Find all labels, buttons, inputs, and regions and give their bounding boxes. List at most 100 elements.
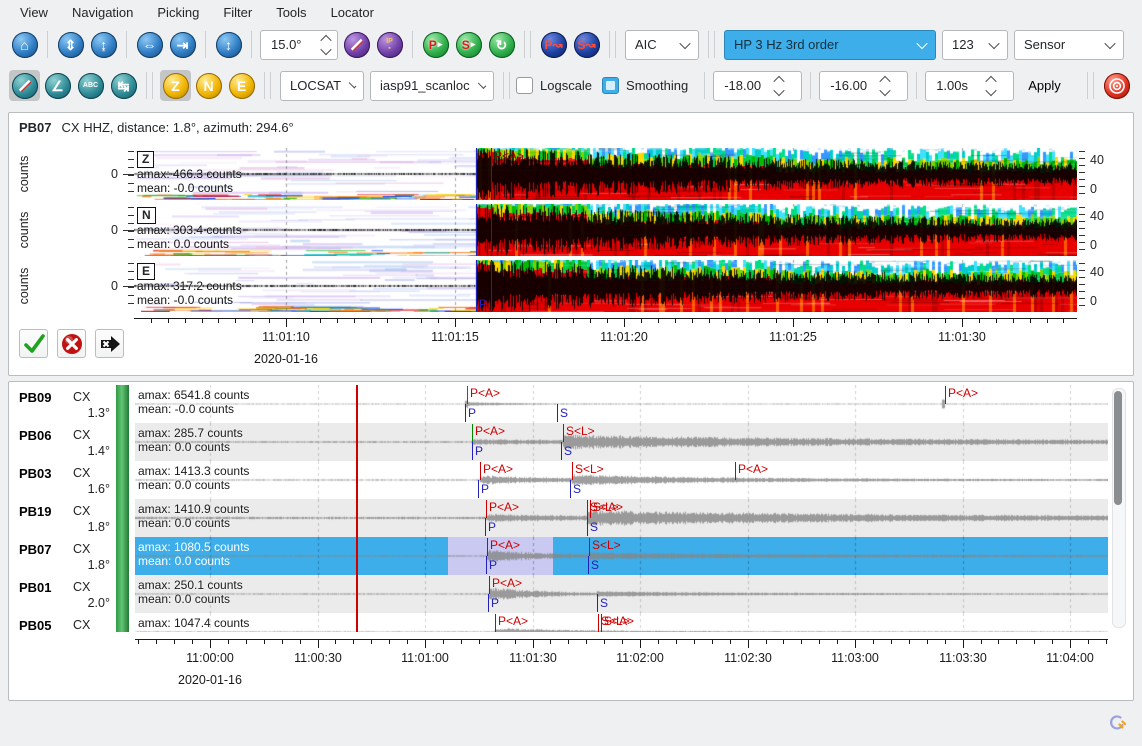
menu-item-tools[interactable]: Tools [266, 3, 316, 22]
pick-marker[interactable] [563, 424, 564, 442]
apply-button[interactable]: Apply [1016, 73, 1073, 98]
amplitude-zoom-button[interactable]: ⇕ [55, 29, 86, 60]
pick-marker[interactable] [488, 594, 489, 612]
pick-marker[interactable] [495, 614, 496, 632]
menu-item-view[interactable]: View [10, 3, 58, 22]
pick-marker[interactable] [598, 614, 599, 632]
rotation-combo[interactable]: 123 [942, 30, 1008, 60]
vertical-scrollbar[interactable] [1112, 388, 1126, 628]
menu-item-navigation[interactable]: Navigation [62, 3, 143, 22]
station-trace[interactable]: amax: 6541.8 countsmean: -0.0 countsP<A>… [135, 385, 1108, 423]
pick-marker[interactable] [487, 538, 488, 556]
station-trace[interactable]: amax: 1047.4 countsP<A>S<L>S<A> [135, 613, 1108, 632]
locator-profile-combo[interactable]: iasp91_scanloc [370, 71, 494, 101]
trace-plot-e[interactable]: Eamax: 317.2 countsmean: -0.0 countsP [134, 260, 1077, 312]
pick-marker[interactable] [486, 556, 487, 574]
pick-marker[interactable] [472, 424, 473, 442]
amplitude-scale-button[interactable]: ↕ [213, 29, 244, 60]
pick-marker[interactable] [572, 462, 573, 480]
filter-combo[interactable]: HP 3 Hz 3rd order [724, 30, 936, 60]
amplitude-fit-button[interactable]: ↨ [88, 29, 119, 60]
time-fit-button[interactable]: ⇥ [167, 29, 198, 60]
pick-marker[interactable] [945, 386, 946, 404]
spin-arrows[interactable] [322, 35, 330, 55]
pick-marker[interactable] [480, 462, 481, 480]
pick-marker[interactable] [489, 576, 490, 594]
spin-arrows[interactable] [987, 76, 995, 96]
station-trace[interactable]: amax: 1413.3 countsmean: 0.0 countsP<A>P… [135, 461, 1108, 499]
relocate-button[interactable]: ↻ [486, 29, 517, 60]
menu-item-filter[interactable]: Filter [213, 3, 262, 22]
spectrogram-max-spinbox[interactable]: -16.00 [819, 71, 908, 101]
ip-tool-button[interactable]: IP▪ [374, 29, 405, 60]
measure-tool-button[interactable] [341, 29, 372, 60]
axis-minor-tick [515, 640, 516, 644]
trace-plot-z[interactable]: Zamax: 466.3 countsmean: -0.0 countsP<A> [134, 148, 1077, 200]
station-row-pb06[interactable]: PB06CX1.4°amax: 285.7 countsmean: 0.0 co… [9, 423, 1133, 461]
confirm-pick-button[interactable] [19, 329, 48, 358]
trace-plot-n[interactable]: Namax: 303.4 countsmean: 0.0 counts [134, 204, 1077, 256]
pick-marker[interactable] [486, 500, 487, 518]
component-button-n[interactable]: N [193, 70, 224, 101]
station-row-pb05[interactable]: PB05CXamax: 1047.4 countsP<A>S<L>S<A> [9, 613, 1133, 632]
spin-arrows[interactable] [775, 76, 783, 96]
pick-marker[interactable] [570, 480, 571, 498]
theoretical-p-button[interactable]: P↝ [538, 29, 569, 60]
range-tool-button[interactable]: ↹ [108, 70, 139, 101]
reject-pick-button[interactable] [57, 329, 86, 358]
pick-marker[interactable] [587, 500, 588, 518]
locator-combo[interactable]: LOCSAT [280, 71, 364, 101]
station-row-pb09[interactable]: PB09CX1.3°amax: 6541.8 countsmean: -0.0 … [9, 385, 1133, 423]
menu-item-locator[interactable]: Locator [321, 3, 384, 22]
spin-arrows[interactable] [881, 76, 889, 96]
pick-marker[interactable] [589, 538, 590, 556]
pick-s-button[interactable]: S▸ [453, 29, 484, 60]
theoretical-s-button[interactable]: S↝ [571, 29, 602, 60]
time-window-spinbox[interactable]: 1.00s [925, 71, 1014, 101]
axis-major-tick [318, 640, 319, 648]
station-trace[interactable]: amax: 1410.9 countsmean: 0.0 countsP<A>P… [135, 499, 1108, 537]
target-button[interactable] [1102, 70, 1133, 101]
spectrogram-min-spinbox[interactable]: -18.00 [713, 71, 802, 101]
station-row-pb19[interactable]: PB19CX1.8°amax: 1410.9 countsmean: 0.0 c… [9, 499, 1133, 537]
station-trace[interactable]: amax: 285.7 countsmean: 0.0 countsP<A>PS… [135, 423, 1108, 461]
station-trace[interactable]: amax: 1080.5 countsmean: 0.0 countsP<A>P… [135, 537, 1108, 575]
home-button[interactable]: ⌂ [9, 29, 40, 60]
scrollbar-handle[interactable] [1114, 391, 1122, 505]
pick-marker[interactable] [735, 462, 736, 480]
pick-marker[interactable] [491, 148, 492, 200]
angle-tool-button[interactable]: ∠ [42, 70, 73, 101]
pick-marker[interactable] [485, 518, 486, 536]
picker-algorithm-combo[interactable]: AIC [625, 30, 699, 60]
pick-marker[interactable] [597, 594, 598, 612]
station-trace[interactable]: amax: 250.1 countsmean: 0.0 countsP<A>PS [135, 575, 1108, 613]
abc-tool-button[interactable]: ABC [75, 70, 106, 101]
zoom-angle-spinbox[interactable]: 15.0° [260, 30, 338, 60]
pick-marker[interactable] [557, 404, 558, 422]
menu-item-picking[interactable]: Picking [147, 3, 209, 22]
smoothing-checkbox[interactable] [602, 77, 619, 94]
component-button-e[interactable]: E [226, 70, 257, 101]
pick-marker[interactable] [472, 442, 473, 460]
pick-marker[interactable] [476, 148, 477, 200]
pick-p-button[interactable]: P▸ [420, 29, 451, 60]
unit-combo[interactable]: Sensor [1014, 30, 1124, 60]
logscale-checkbox[interactable] [516, 77, 533, 94]
pick-marker[interactable] [478, 480, 479, 498]
pick-marker[interactable] [561, 442, 562, 460]
skip-trace-button[interactable] [95, 329, 124, 358]
component-button-z[interactable]: Z [160, 70, 191, 101]
pick-marker[interactable] [476, 204, 477, 256]
pick-marker[interactable] [467, 386, 468, 404]
station-row-pb07[interactable]: PB07CX1.8°amax: 1080.5 countsmean: 0.0 c… [9, 537, 1133, 575]
time-expand-button[interactable]: ⇔ [134, 29, 165, 60]
pick-marker[interactable] [491, 204, 492, 256]
pick-marker[interactable] [588, 556, 589, 574]
pick-marker[interactable] [465, 404, 466, 422]
pick-marker[interactable] [491, 260, 492, 312]
pick-marker[interactable] [476, 260, 477, 312]
station-row-pb03[interactable]: PB03CX1.6°amax: 1413.3 countsmean: 0.0 c… [9, 461, 1133, 499]
pick-marker[interactable] [587, 518, 588, 536]
station-row-pb01[interactable]: PB01CX2.0°amax: 250.1 countsmean: 0.0 co… [9, 575, 1133, 613]
picking-mode-button[interactable] [9, 70, 40, 101]
